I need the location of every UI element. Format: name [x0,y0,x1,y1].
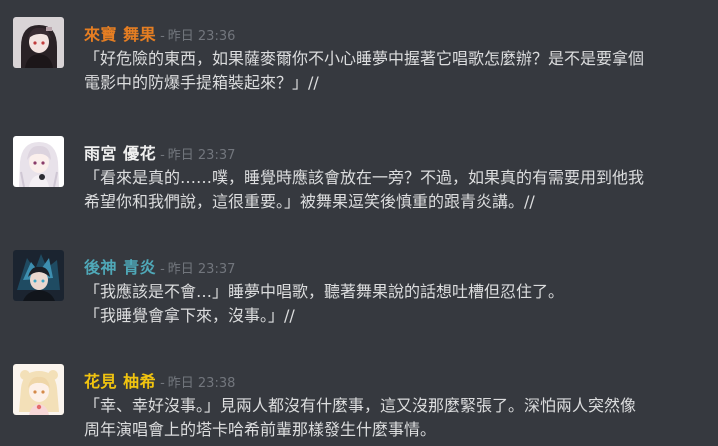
timestamp-separator: - [160,148,165,163]
timestamp: - 昨日 23:37 [160,258,235,277]
message-content: 「幸、幸好沒事。」見兩人都沒有什麼事，這又沒那麼緊張了。深怕兩人突然像 周年演唱… [84,394,714,442]
avatar[interactable] [13,136,64,187]
timestamp-text: 昨日 23:38 [167,376,236,391]
username[interactable]: 來寶 舞果 [84,21,156,45]
timestamp-separator: - [160,376,165,391]
avatar-yuka-icon [13,136,64,187]
message-content: 「看來是真的……噗，睡覺時應該會放在一旁？不過，如果真的有需要用到他我 希望你和… [84,166,714,214]
timestamp: - 昨日 23:37 [160,144,235,163]
timestamp-text: 昨日 23:37 [167,148,236,163]
message-line: 電影中的防爆手提箱裝起來？」// [84,73,319,92]
avatar-seien-icon [13,250,64,301]
message-line: 「我睡覺會拿下來，沒事。」// [84,306,295,325]
message-header: 花見 柚希 - 昨日 23:38 [84,368,235,392]
timestamp-text: 昨日 23:37 [167,262,236,277]
username[interactable]: 雨宮 優花 [84,140,156,164]
timestamp-separator: - [160,29,165,44]
avatar[interactable] [13,250,64,301]
message-header: 來寶 舞果 - 昨日 23:36 [84,21,235,45]
message-line: 周年演唱會上的塔卡哈希前輩那樣發生什麼事情。 [84,420,437,439]
message-header: 後神 青炎 - 昨日 23:37 [84,254,235,278]
avatar-yuzuki-icon [13,364,64,415]
username[interactable]: 花見 柚希 [84,368,156,392]
timestamp: - 昨日 23:38 [160,372,235,391]
avatar[interactable] [13,17,64,68]
chat-log: 來寶 舞果 - 昨日 23:36 「好危險的東西，如果薩麥爾你不小心睡夢中握著它唱… [0,0,718,446]
avatar-maika-icon [13,17,64,68]
avatar[interactable] [13,364,64,415]
message-line: 「我應該是不會…」睡夢中唱歌，聽著舞果說的話想吐槽但忍住了。 [84,282,565,301]
message-line: 「好危險的東西，如果薩麥爾你不小心睡夢中握著它唱歌怎麼辦？是不是要拿個 [84,49,645,68]
timestamp-text: 昨日 23:36 [167,29,236,44]
message-line: 「幸、幸好沒事。」見兩人都沒有什麼事，這又沒那麼緊張了。深怕兩人突然像 [84,396,637,415]
timestamp: - 昨日 23:36 [160,25,235,44]
timestamp-separator: - [160,262,165,277]
message-content: 「我應該是不會…」睡夢中唱歌，聽著舞果說的話想吐槽但忍住了。 「我睡覺會拿下來，… [84,280,714,328]
username[interactable]: 後神 青炎 [84,254,156,278]
message-line: 希望你和我們說，這很重要。」被舞果逗笑後慎重的跟青炎講。// [84,192,535,211]
message-line: 「看來是真的……噗，睡覺時應該會放在一旁？不過，如果真的有需要用到他我 [84,168,645,187]
message-content: 「好危險的東西，如果薩麥爾你不小心睡夢中握著它唱歌怎麼辦？是不是要拿個 電影中的… [84,47,714,95]
message-header: 雨宮 優花 - 昨日 23:37 [84,140,235,164]
